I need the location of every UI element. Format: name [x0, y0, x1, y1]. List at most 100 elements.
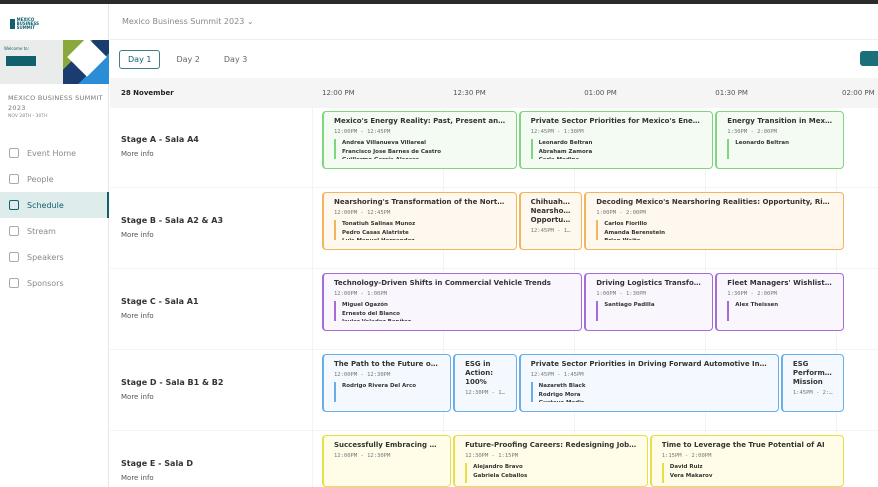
more-info-link[interactable]: More info [121, 312, 301, 320]
session-title: Mexico's Energy Reality: Past, Present a… [334, 117, 506, 125]
speaker-name: Leonardo Beltran [735, 140, 790, 146]
speaker-name: Abraham Zamora [538, 148, 593, 155]
tab-day-3[interactable]: Day 3 [216, 51, 255, 68]
session-card[interactable]: Successfully Embracing Hu... 12:00PM - 12… [322, 435, 452, 487]
speaker-name: Miguel Ogazón [342, 302, 388, 308]
sidebar-item-label: Stream [27, 226, 56, 236]
sidebar-item-label: Speakers [27, 252, 64, 262]
session-card[interactable]: The Path to the Future of th... 12:00PM -… [322, 354, 452, 412]
session-time: 12:45PM - 1:45PM [530, 372, 584, 378]
more-info-link[interactable]: More info [121, 474, 301, 482]
session-time: 12:00PM - 12:45PM [334, 129, 391, 135]
session-title: Decoding Mexico's Nearshoring Realities:… [596, 198, 834, 206]
session-card[interactable]: Time to Leverage the True Potential of A… [649, 435, 845, 487]
event-title: MEXICO BUSINESS SUMMIT 2023 [8, 94, 103, 112]
speaker-name: David Ruiz [669, 464, 703, 470]
speaker-name: Rodrigo Mora [538, 391, 581, 398]
session-card[interactable]: Private Sector Priorities in Driving For… [518, 354, 779, 412]
sidebar-item-label: Schedule [27, 200, 64, 210]
sidebar-item-label: Event Home [27, 148, 77, 158]
more-info-link[interactable]: More info [121, 231, 301, 239]
sidebar-item-sponsors[interactable]: Sponsors [0, 270, 109, 296]
session-time: 1:30PM - 2:00PM [727, 291, 777, 297]
session-card[interactable]: Chihuahua's Nearshoring Opportunity: U..… [518, 192, 583, 250]
session-card[interactable]: ESG in Action: 100% Green, 100% Fema... 1… [453, 354, 517, 412]
session-card[interactable]: ESG Performance: Mission Driven of Leg..… [780, 354, 845, 412]
speaker-name: Javier Valadez Benítez [342, 318, 571, 321]
sidebar-item-stream[interactable]: Stream [0, 218, 109, 244]
session-title: Fleet Managers' Wishlist: ... [727, 279, 834, 287]
event-logo[interactable]: MEXICO BUSINESS SUMMIT [10, 16, 48, 32]
time-tick: 02:00 PM [842, 89, 875, 97]
speaker-name: Luis Manuel Hernandez [342, 237, 506, 240]
more-info-link[interactable]: More info [121, 150, 301, 158]
session-time: 1:30PM - 2:00PM [727, 129, 777, 135]
speaker-name: Leonardo Beltran [538, 140, 593, 146]
calendar-icon [9, 200, 19, 210]
session-title: Successfully Embracing Hu... [334, 441, 441, 449]
sidebar-item-speakers[interactable]: Speakers [0, 244, 109, 270]
speaker-list: Alejandro Bravo Gabriela Ceballos [465, 463, 637, 483]
stage-name: Stage B - Sala A2 & A3 [121, 215, 224, 225]
session-card[interactable]: Driving Logistics Transform... 1:00PM - 1… [584, 273, 714, 331]
session-card[interactable]: Decoding Mexico's Nearshoring Realities:… [584, 192, 845, 250]
session-time: 12:00PM - 12:45PM [334, 210, 391, 216]
session-time: 1:45PM - 2:0... [792, 390, 834, 396]
tab-day-1[interactable]: Day 1 [119, 49, 161, 69]
sidebar-item-label: Sponsors [27, 278, 64, 288]
stage-label: Stage C - Sala A1 More info [121, 297, 301, 320]
session-card[interactable]: Nearshoring's Transformation of the Nort… [322, 192, 517, 250]
time-tick: 01:30 PM [715, 89, 748, 97]
speaker-list: Alex Theissen [727, 301, 833, 321]
session-title: Driving Logistics Transform... [596, 279, 703, 287]
schedule-date: 28 November [121, 89, 174, 97]
session-time: 12:30PM - 12:... [465, 390, 506, 396]
sidebar-item-schedule[interactable]: Schedule [0, 192, 109, 218]
session-card[interactable]: Fleet Managers' Wishlist: ... 1:30PM - 2:… [715, 273, 845, 331]
tab-day-2[interactable]: Day 2 [168, 51, 207, 68]
speaker-list: David Ruiz Vera Makarov [661, 463, 834, 483]
event-selector[interactable]: Mexico Business Summit 2023 ⌄ [110, 4, 878, 40]
stage-label: Stage E - Sala D More info [121, 459, 301, 482]
session-title: Time to Leverage the True Potential of A… [661, 441, 825, 449]
event-dates: NOV 28TH - 30TH [8, 114, 48, 119]
stage-name: Stage C - Sala A1 [121, 296, 199, 306]
handshake-icon [9, 278, 19, 288]
speaker-list: Leonardo Beltran Abraham ZamoraCarla Medi… [530, 139, 703, 159]
sidebar-item-people[interactable]: People [0, 166, 109, 192]
stage-name: Stage D - Sala B1 & B2 [121, 377, 224, 387]
session-title: The Path to the Future of th... [334, 360, 440, 368]
filter-button[interactable] [860, 51, 878, 66]
session-time: 12:45PM - 1:... [530, 228, 572, 234]
session-card[interactable]: Private Sector Priorities for Mexico's E… [518, 111, 714, 169]
speaker-list: Nazareth Black Rodrigo MoraGustavo Medir [530, 382, 768, 402]
speaker-name: Alex Theissen [735, 302, 779, 308]
stream-icon [9, 226, 19, 236]
time-tick: 01:00 PM [584, 89, 617, 97]
speaker-name: Nazareth Black [538, 383, 586, 389]
speaker-name: Santiago Padilla [604, 302, 655, 308]
row-divider [110, 430, 878, 431]
more-info-link[interactable]: More info [121, 393, 301, 401]
session-title: Nearshoring's Transformation of the Nort… [334, 198, 506, 206]
sidebar-item-event-home[interactable]: Event Home [0, 140, 109, 166]
speaker-name: Rodrigo Rivera Del Arco [342, 383, 417, 389]
session-title: ESG Performance: Mission Driven of Leg..… [792, 360, 834, 386]
session-time: 1:15PM - 2:00PM [661, 453, 712, 459]
session-title: Private Sector Priorities for Mexico's E… [530, 117, 703, 125]
session-card[interactable]: Technology-Driven Shifts in Commercial V… [322, 273, 583, 331]
session-card[interactable]: Future-Proofing Careers: Redesigning Job… [453, 435, 648, 487]
home-icon [9, 148, 19, 158]
time-tick: 12:30 PM [453, 89, 486, 97]
speaker-list: Santiago Padilla [596, 301, 702, 321]
sidebar-nav: Event Home People Schedule Stream Speakers Sp… [0, 140, 109, 296]
session-card[interactable]: Energy Transition in Mexico... 1:30PM - 2… [715, 111, 845, 169]
stage-name: Stage A - Sala A4 [121, 134, 199, 144]
session-title: Private Sector Priorities in Driving For… [530, 360, 768, 368]
event-banner: Welcome to: [0, 40, 109, 84]
speaker-name: Guillermo García Alcocer [342, 156, 506, 159]
session-card[interactable]: Mexico's Energy Reality: Past, Present a… [322, 111, 517, 169]
speaker-name: Gustavo Medir [539, 399, 768, 402]
session-time: 12:30PM - 1:15PM [465, 453, 519, 459]
podium-icon [9, 252, 19, 262]
